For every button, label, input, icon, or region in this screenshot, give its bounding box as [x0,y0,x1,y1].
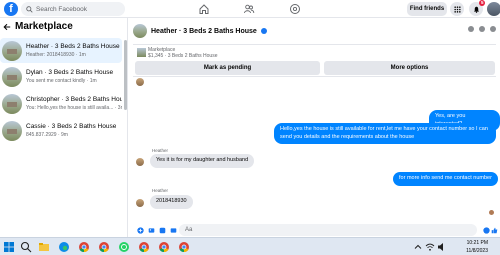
listing-thumbnail [2,66,22,87]
message-composer: Aa [133,223,500,237]
search-icon[interactable] [20,241,32,253]
conversation-item-heather[interactable]: Heather · 3 Beds 2 Baths House Heather: … [0,38,122,63]
facebook-logo[interactable]: f [4,2,18,16]
sidebar-scrollbar[interactable] [124,40,127,110]
chrome-icon[interactable] [178,241,190,253]
listing-thumbnail [2,120,22,141]
notification-badge: 5 [479,0,485,6]
profile-avatar[interactable] [487,2,500,16]
conversation-item-cassie[interactable]: Cassie · 3 Beds 2 Baths House 845.837.29… [0,118,122,143]
system-clock[interactable]: 10:21 PM 11/8/2023 [466,239,488,255]
notifications-button[interactable]: 5 [469,0,485,16]
conversation-item-christopher[interactable]: Christopher · 3 Beds 2 Baths House You: … [0,91,122,116]
bell-icon [473,6,479,13]
message-outgoing: for more info send me contact number [393,172,498,186]
photo-icon[interactable] [148,227,155,234]
conversation-sidebar: Marketplace Heather · 3 Beds 2 Baths Hou… [0,18,128,237]
call-icon[interactable] [468,26,474,32]
file-explorer-icon[interactable] [38,241,50,253]
windows-start-icon[interactable] [3,241,15,253]
conversation-name: Heather · 3 Beds 2 Baths House [26,43,120,50]
chrome-icon[interactable] [78,241,90,253]
conversation-preview: You sent me contact kindly · 1m [26,78,97,84]
sender-name: Heather [152,188,169,193]
plus-circle-icon[interactable] [137,226,144,234]
like-icon[interactable] [491,227,498,234]
listing-thumbnail [2,93,22,114]
conversation-name: Dylan · 3 Beds 2 Baths House [26,69,114,76]
conversation-item-dylan[interactable]: Dylan · 3 Beds 2 Baths House You sent me… [0,64,122,89]
message-incoming: 2018418930 [150,195,193,209]
conversation-preview: You: Hello,yes the house is still availa… [26,105,122,111]
sidebar-header: Marketplace [3,21,73,32]
sender-avatar [136,199,144,207]
read-receipt-avatar [489,210,494,215]
sender-name: Heather [152,148,169,153]
mark-as-pending-button[interactable]: Mark as pending [135,61,320,75]
search-icon [26,5,33,13]
message-outgoing: Hello,yes the house is still available f… [274,123,496,144]
message-incoming: Yes it is for my daughter and husband [150,154,255,168]
conversation-name: Christopher · 3 Beds 2 Baths House [26,96,122,103]
chevron-up-icon[interactable] [412,241,424,253]
whatsapp-icon[interactable] [118,241,130,253]
volume-icon[interactable] [436,241,448,253]
edge-icon[interactable] [58,241,70,253]
more-icon[interactable] [490,26,496,32]
conversation-preview: Heather: 2018418930 · 1m [26,52,86,58]
sender-avatar [136,78,144,86]
grid-menu-icon [453,5,461,13]
clock-time: 10:21 PM [466,240,488,246]
gaming-icon[interactable] [289,3,301,15]
search-input[interactable]: Search Facebook [21,2,125,16]
chat-title[interactable]: Heather · 3 Beds 2 Baths House [151,28,257,35]
video-icon[interactable] [479,26,485,32]
more-options-button[interactable]: More options [324,61,495,75]
message-input[interactable]: Aa [179,224,477,236]
clock-date: 11/8/2023 [466,248,488,254]
home-icon[interactable] [198,3,210,15]
conversation-preview: 845.837.2929 · 9m [26,132,68,138]
gif-icon[interactable] [170,227,177,234]
chat-header-actions [468,26,496,32]
wifi-icon[interactable] [424,241,436,253]
back-arrow-icon[interactable] [3,23,11,31]
top-navigation-bar: f Search Facebook Find friends 5 [0,0,500,18]
listing-image[interactable] [137,48,146,57]
sticker-icon[interactable] [159,227,166,234]
conversation-name: Cassie · 3 Beds 2 Baths House [26,123,117,130]
chat-header: Heather · 3 Beds 2 Baths House [133,18,500,44]
search-placeholder: Search Facebook [36,5,87,13]
message-thread: Yes, are you interested? Hello,yes the h… [133,78,500,223]
emoji-icon[interactable] [483,226,490,234]
windows-taskbar: 10:21 PM 11/8/2023 [0,237,500,255]
sidebar-title: Marketplace [15,21,73,32]
chrome-icon[interactable] [138,241,150,253]
find-friends-button[interactable]: Find friends [407,2,447,16]
menu-button[interactable] [450,2,464,16]
listing-thumbnail [2,40,22,61]
chrome-icon[interactable] [98,241,110,253]
sender-avatar [136,158,144,166]
chat-listing-thumbnail[interactable] [133,24,147,38]
chrome-icon[interactable] [158,241,170,253]
listing-price[interactable]: $1,345 · 3 Beds 2 Baths House [148,53,218,59]
friends-icon[interactable] [243,3,255,15]
info-icon [260,28,267,34]
